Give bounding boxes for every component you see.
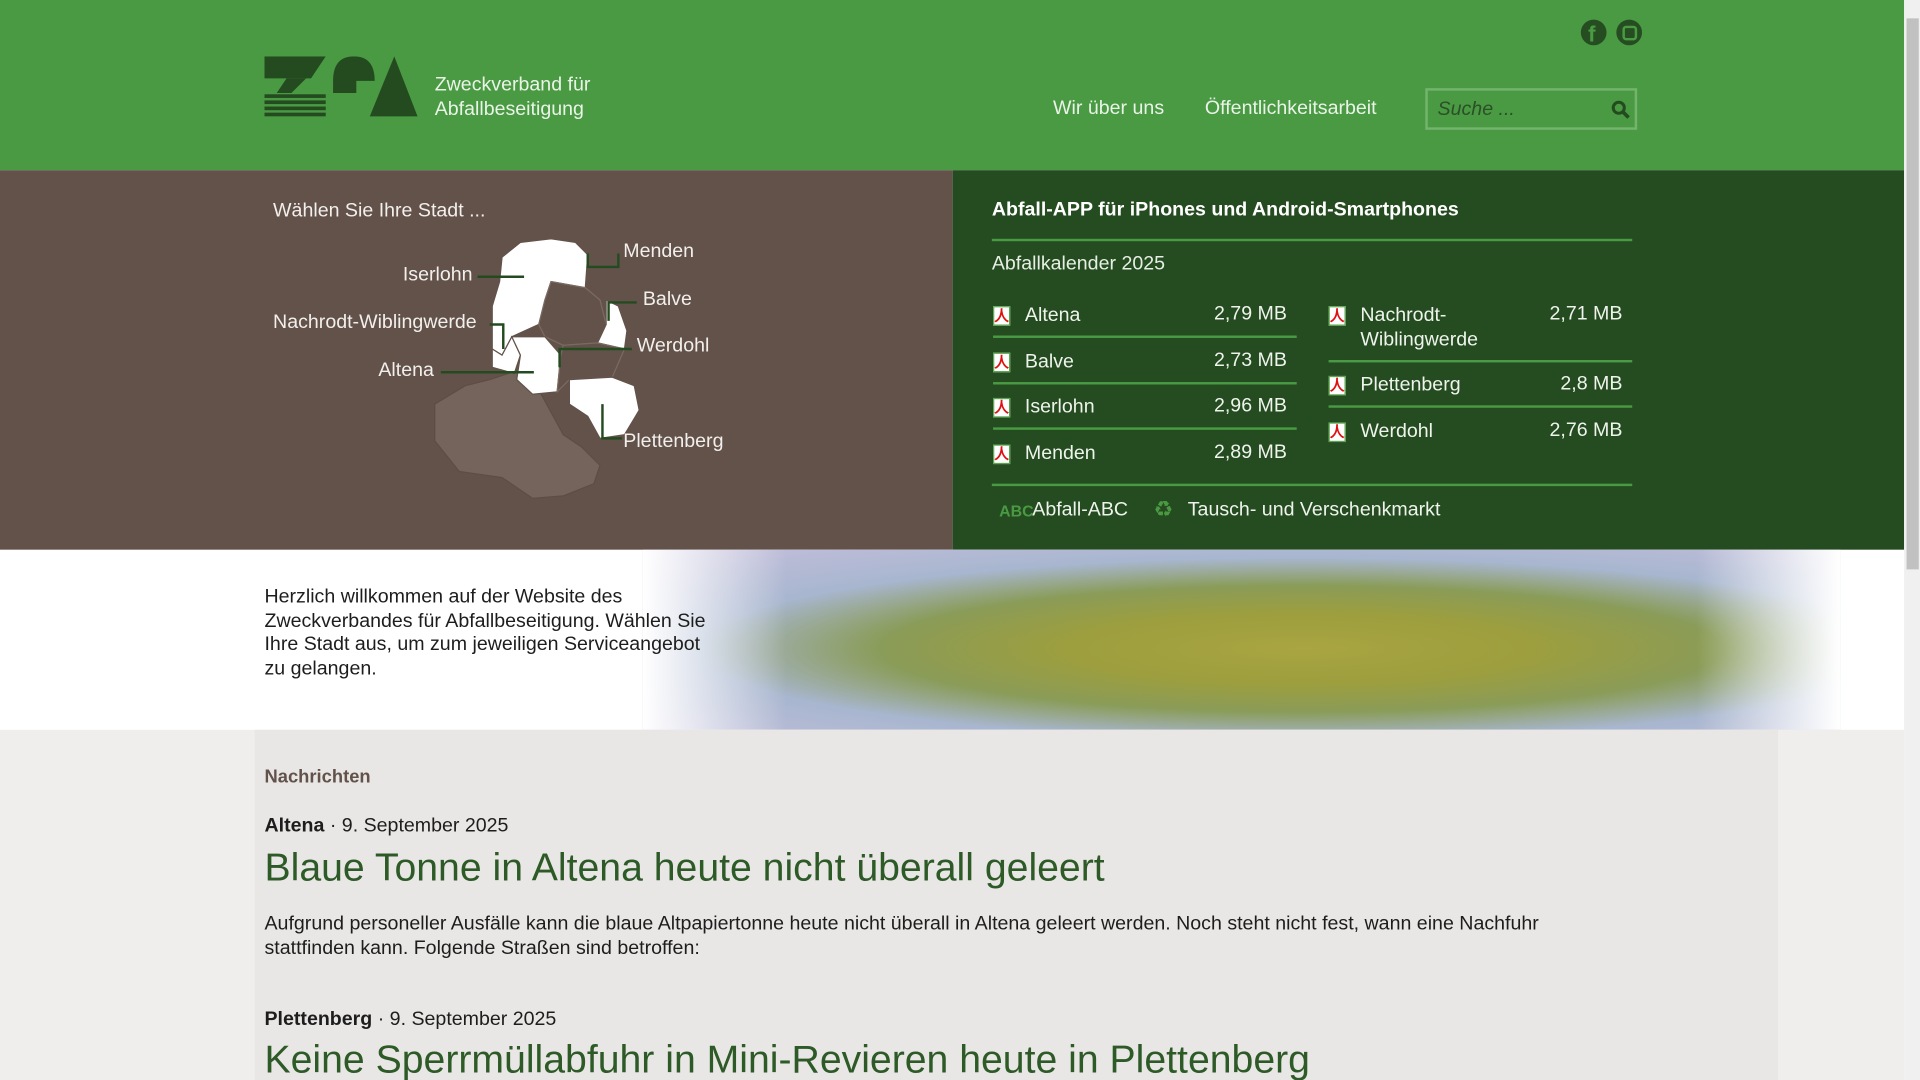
abc-icon: ABC [999,502,1034,521]
scrollbar-thumb[interactable] [1906,18,1919,570]
org-name[interactable]: Zweckverband für Abfallbeseitigung [435,73,591,122]
site-header: Zweckverband für Abfallbeseitigung Wir ü… [0,0,1905,171]
news-city: Altena [264,815,325,837]
download-name: Iserlohn [1024,396,1095,418]
divider [1328,360,1633,363]
pdf-icon: 人 [993,306,1011,326]
tree-image [642,549,1841,730]
divider [991,483,1633,487]
app-link[interactable]: Abfall-APP für iPhones und Android-Smart… [992,200,1459,222]
divider [991,238,1633,242]
tauschmarkt-link[interactable]: Tausch- und Verschenkmarkt [1188,500,1441,522]
download-name: Werdohl [1360,421,1434,443]
download-size: 2,89 MB [1213,442,1287,463]
divider [993,382,1297,385]
news-city: Plettenberg [264,1008,373,1030]
map-label-plettenberg[interactable]: Plettenberg [623,431,723,453]
download-size: 2,96 MB [1213,395,1287,417]
abfall-abc-link[interactable]: Abfall-ABC [1032,500,1128,522]
connector-menden [586,253,620,269]
pdf-icon: 人 [1328,422,1346,443]
pdf-icon: 人 [993,352,1011,373]
download-size: 2,79 MB [1213,303,1287,325]
divider [993,335,1297,338]
org-name-line2: Abfallbeseitigung [434,99,584,121]
search-box [1425,88,1638,130]
download-size: 2,76 MB [1549,420,1623,441]
map-region-plettenberg[interactable] [568,376,640,440]
news-excerpt: Aufgrund personeller Ausfälle kann die b… [264,913,1539,959]
map-prompt: Wählen Sie Ihre Stadt ... [273,200,486,222]
pdf-icon: 人 [993,397,1011,418]
nav-oeffentlichkeitsarbeit[interactable]: Öffentlichkeitsarbeit [1205,98,1377,120]
divider [1328,405,1633,408]
pdf-icon: 人 [1328,375,1346,396]
pdf-icon: 人 [993,444,1011,465]
search-icon[interactable] [1611,100,1631,120]
news-meta: Plettenberg · 9. September 2025 [264,1009,556,1031]
news-title-link[interactable]: Keine Sperrmüllabfuhr in Mini-Revieren h… [264,1037,1309,1080]
facebook-icon[interactable]: f [1580,19,1607,47]
instagram-icon[interactable] [1616,19,1643,46]
zfa-logo[interactable] [264,56,418,117]
download-size: 2,73 MB [1213,350,1287,372]
news-meta: Altena · 9. September 2025 [264,816,508,838]
download-name: Plettenberg [1360,374,1461,396]
download-name: Menden [1024,443,1096,465]
download-size: 2,71 MB [1549,303,1623,325]
map-label-werdohl[interactable]: Werdohl [637,336,710,358]
download-name: Altena [1024,304,1081,326]
map-label-menden[interactable]: Menden [623,241,694,263]
pdf-icon: 人 [1328,306,1346,326]
org-name-line1: Zweckverband für [434,74,591,96]
search-input[interactable] [1427,90,1612,130]
map-label-nachrodt-wiblingwerde[interactable]: Nachrodt-Wiblingwerde [273,312,477,334]
nav-wir-ueber-uns[interactable]: Wir über uns [1053,98,1164,120]
map-label-altena[interactable]: Altena [378,360,434,382]
news-date: · 9. September 2025 [377,1008,557,1030]
map-label-iserlohn[interactable]: Iserlohn [403,264,473,286]
news-heading: Nachrichten [264,766,371,788]
welcome-text: Herzlich willkommen auf der Website des … [264,586,706,680]
recycle-icon: ♻ [1153,497,1174,522]
download-size: 2,8 MB [1560,373,1623,395]
news-title-link[interactable]: Blaue Tonne in Altena heute nicht überal… [264,845,1104,890]
map-region-menden[interactable] [538,280,607,346]
download-name: Nachrodt-Wiblingwerde [1360,304,1479,351]
download-name: Balve [1024,351,1074,373]
news-date: · 9. September 2025 [329,815,509,837]
map-label-balve[interactable]: Balve [643,289,692,311]
divider [993,427,1297,430]
calendar-title: Abfallkalender 2025 [991,253,1166,275]
